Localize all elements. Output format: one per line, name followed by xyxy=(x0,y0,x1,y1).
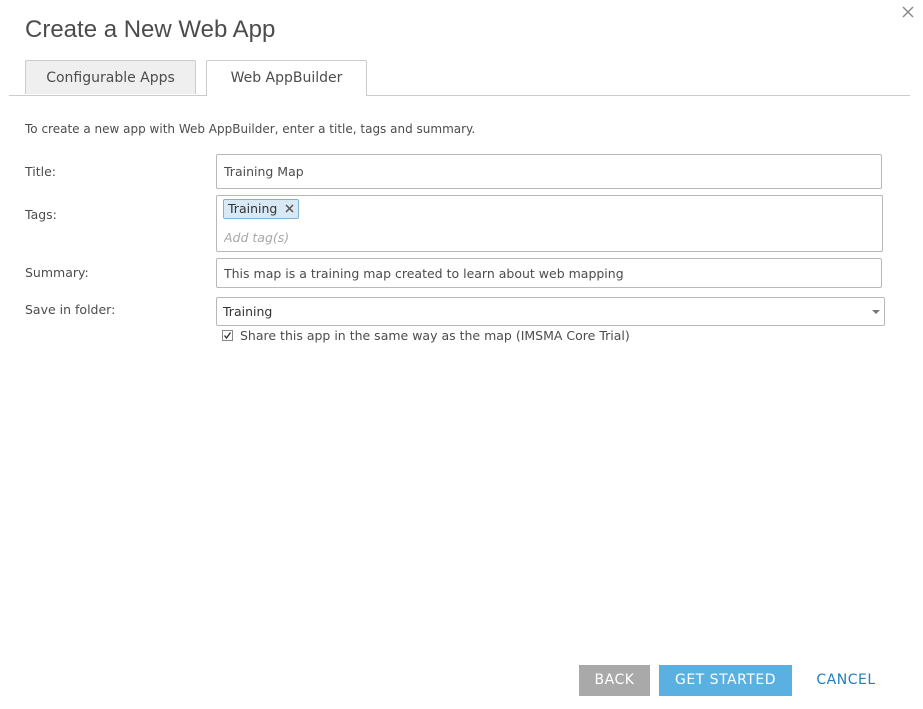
summary-input[interactable] xyxy=(216,258,882,288)
close-icon[interactable] xyxy=(285,200,294,218)
title-input[interactable] xyxy=(216,154,882,189)
share-option: Share this app in the same way as the ma… xyxy=(222,327,630,343)
tab-configurable-apps[interactable]: Configurable Apps xyxy=(25,60,196,94)
folder-select-value: Training xyxy=(223,304,273,319)
folder-label: Save in folder: xyxy=(25,302,116,317)
tag-input[interactable] xyxy=(224,228,624,246)
share-checkbox-label: Share this app in the same way as the ma… xyxy=(240,327,630,343)
chevron-down-icon xyxy=(872,310,880,314)
back-button[interactable]: BACK xyxy=(579,665,650,696)
folder-select[interactable]: Training xyxy=(216,297,885,326)
dialog-title: Create a New Web App xyxy=(25,16,276,43)
tab-web-appbuilder[interactable]: Web AppBuilder xyxy=(206,60,367,96)
tags-field[interactable]: Training xyxy=(216,195,883,252)
tag-chip: Training xyxy=(223,199,300,219)
summary-label: Summary: xyxy=(25,265,89,280)
share-checkbox[interactable] xyxy=(222,329,233,341)
title-label: Title: xyxy=(25,164,56,179)
cancel-button[interactable]: CANCEL xyxy=(806,665,886,696)
create-web-app-dialog: Create a New Web App Configurable Apps W… xyxy=(0,0,923,709)
tag-chip-label: Training xyxy=(228,201,278,216)
tab-bar: Configurable Apps Web AppBuilder xyxy=(9,60,910,96)
intro-text: To create a new app with Web AppBuilder,… xyxy=(25,122,476,136)
get-started-button[interactable]: GET STARTED xyxy=(659,665,792,696)
check-icon xyxy=(223,331,232,339)
tags-label: Tags: xyxy=(25,207,57,222)
close-icon[interactable] xyxy=(900,4,916,20)
